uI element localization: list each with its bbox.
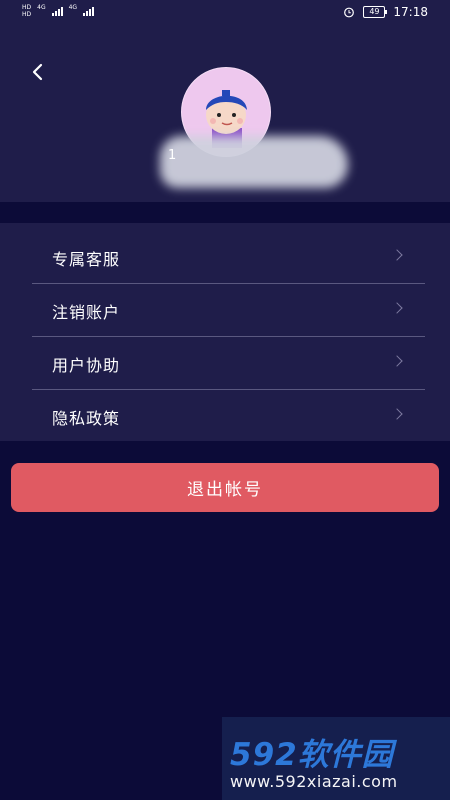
signal-label-2: 4G bbox=[68, 4, 78, 11]
chevron-right-icon bbox=[391, 355, 403, 367]
chevron-right-icon bbox=[391, 249, 403, 261]
menu-item-privacy-policy[interactable]: 隐私政策 bbox=[32, 390, 425, 442]
network-indicators: HD HD 4G 4G bbox=[22, 4, 95, 18]
menu-item-user-help[interactable]: 用户协助 bbox=[32, 337, 425, 390]
profile-header: 1 bbox=[0, 26, 450, 202]
watermark: 592软件园 www.592xiazai.com bbox=[222, 717, 450, 800]
username-redacted bbox=[160, 136, 348, 188]
watermark-url: www.592xiazai.com bbox=[230, 772, 398, 791]
hd-label-top: HD bbox=[22, 4, 32, 11]
logout-button[interactable]: 退出帐号 bbox=[11, 463, 439, 512]
battery-icon: 49 bbox=[363, 6, 388, 18]
clock-time: 17:18 bbox=[393, 5, 428, 19]
menu-item-customer-service[interactable]: 专属客服 bbox=[32, 231, 425, 284]
menu-item-label: 专属客服 bbox=[52, 250, 121, 269]
alarm-icon bbox=[344, 7, 355, 18]
menu-item-label: 注销账户 bbox=[52, 303, 121, 322]
signal-icon-2 bbox=[83, 4, 95, 16]
menu-item-label: 用户协助 bbox=[52, 356, 121, 375]
signal-icon bbox=[51, 4, 63, 16]
status-bar: HD HD 4G 4G 49 17:18 bbox=[0, 0, 450, 26]
back-button[interactable] bbox=[26, 60, 50, 84]
menu-item-label: 隐私政策 bbox=[52, 409, 121, 428]
signal-label-1: 4G bbox=[37, 4, 46, 11]
settings-menu: 专属客服 注销账户 用户协助 隐私政策 bbox=[0, 223, 450, 441]
chevron-right-icon bbox=[391, 302, 403, 314]
menu-item-cancel-account[interactable]: 注销账户 bbox=[32, 284, 425, 337]
username: 1 bbox=[168, 148, 177, 163]
chevron-right-icon bbox=[391, 408, 403, 420]
chevron-left-icon bbox=[32, 63, 43, 81]
hd-label-bottom: HD bbox=[22, 11, 32, 18]
watermark-brand: 592软件园 bbox=[230, 737, 394, 773]
